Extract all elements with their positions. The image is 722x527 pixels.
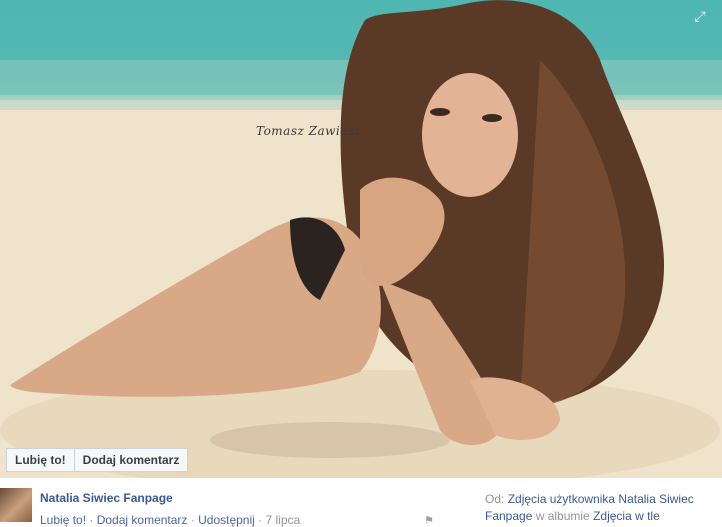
expand-icon[interactable]: ⤢ [692, 8, 708, 24]
from-label: Od: [485, 492, 508, 506]
post-date-link[interactable]: 7 lipca [265, 513, 300, 527]
separator: · [86, 513, 97, 527]
flag-icon[interactable]: ⚑ [424, 514, 436, 527]
photo-footer: Natalia Siwiec Fanpage Lubię to! · Dodaj… [0, 478, 722, 527]
share-link[interactable]: Udostępnij [198, 513, 255, 527]
post-meta: Lubię to! · Dodaj komentarz · Udostępnij… [40, 513, 300, 527]
album-source: Od: Zdjęcia użytkownika Natalia Siwiec F… [485, 491, 715, 525]
separator: · [187, 513, 199, 527]
photographer-signature: Tomasz Zawiasz [256, 124, 362, 138]
in-album-label: w albumie [532, 509, 594, 523]
cover-photo[interactable]: Tomasz Zawiasz ⤢ Lubię to! Dodaj komenta… [0, 0, 722, 478]
like-button[interactable]: Lubię to! [6, 448, 75, 472]
like-link[interactable]: Lubię to! [40, 513, 86, 527]
add-comment-link[interactable]: Dodaj komentarz [97, 513, 188, 527]
page-name-link[interactable]: Natalia Siwiec Fanpage [40, 491, 173, 505]
separator: · [254, 513, 266, 527]
album-name-link[interactable]: Zdjęcia w tle [593, 509, 660, 523]
photo-action-bar: Lubię to! Dodaj komentarz [6, 448, 189, 472]
avatar[interactable] [0, 488, 32, 522]
add-comment-button[interactable]: Dodaj komentarz [73, 448, 189, 472]
beach-photo-illustration [0, 0, 722, 478]
